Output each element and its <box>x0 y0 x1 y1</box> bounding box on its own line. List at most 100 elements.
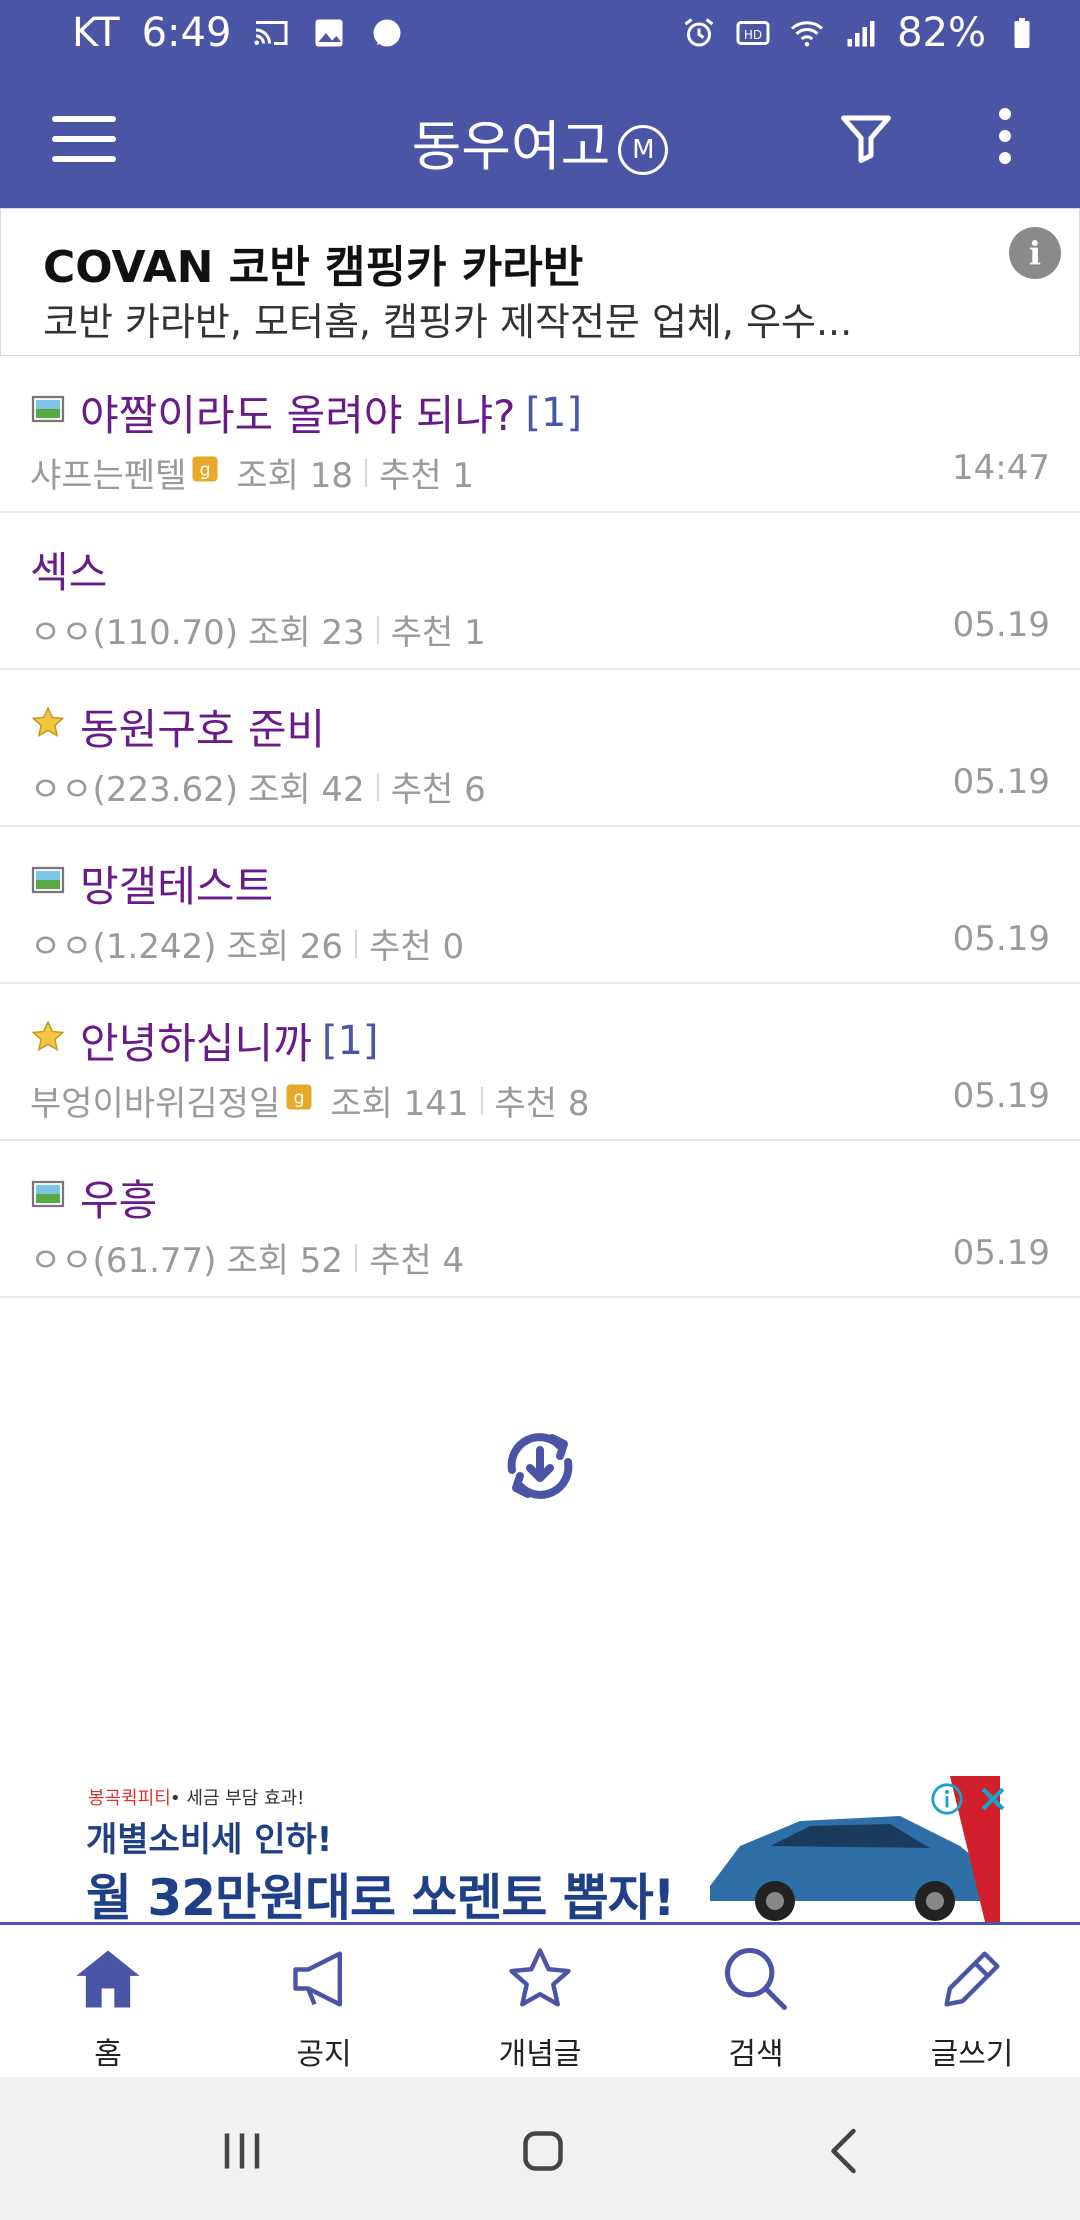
post-views: 조회 18 <box>236 456 354 496</box>
chat-bubble-icon <box>373 19 401 47</box>
post-title-line: 야짤이라도 올려야 되냐? [1] <box>30 382 582 443</box>
gallery-title: 동우여고 <box>411 115 611 178</box>
home-icon <box>76 1950 140 2008</box>
comment-count: [1] <box>321 1017 379 1064</box>
image-icon <box>30 859 80 908</box>
ad-info-icon[interactable]: i <box>1009 227 1061 279</box>
ad-tagline: • 세금 부담 효과! <box>170 1788 305 1809</box>
nav-best[interactable]: 개념글 <box>432 1925 648 2077</box>
signal-icon <box>847 21 875 47</box>
post-recommend: 추천 1 <box>379 456 475 496</box>
nav-search-label: 검색 <box>728 2037 784 2072</box>
star-icon <box>30 702 80 751</box>
image-icon <box>30 388 80 437</box>
post-recommend: 추천 6 <box>390 770 486 810</box>
post-date: 05.19 <box>952 1233 1050 1273</box>
post-title: 섹스 <box>30 548 108 597</box>
top-ad-banner[interactable]: COVAN 코반 캠핑카 카라반 코반 카라반, 모터홈, 캠핑카 제작전문 업… <box>0 208 1080 356</box>
system-nav-bar <box>0 2077 1080 2220</box>
post-list: 야짤이라도 올려야 되냐? [1] 샤프는펜텔 g 조회 18 추천 1 14:47 섹스 ㅇㅇ… <box>0 356 1080 1298</box>
post-title: 동원구호 준비 <box>80 705 326 754</box>
minor-gallery-badge: M <box>618 125 669 176</box>
svg-text:g: g <box>200 460 211 480</box>
back-icon[interactable] <box>816 2121 876 2181</box>
post-views: 조회 42 <box>248 770 365 810</box>
post-row[interactable]: 우흥 ㅇㅇ(61.77) 조회 52 추천 4 05.19 <box>0 1141 1080 1298</box>
post-author: 부엉이바위김정일 <box>30 1084 281 1124</box>
nav-write[interactable]: 글쓰기 <box>864 1925 1080 2077</box>
gallery-icon <box>315 19 343 47</box>
nav-home[interactable]: 홈 <box>0 1925 216 2077</box>
nav-notice-label: 공지 <box>296 2037 352 2072</box>
post-date: 05.19 <box>952 605 1050 645</box>
nav-notice[interactable]: 공지 <box>216 1925 432 2077</box>
meta-separator <box>480 1086 483 1115</box>
carrier-label: KT <box>72 10 120 56</box>
post-author: ㅇㅇ(223.62) <box>30 770 239 810</box>
post-views: 조회 23 <box>248 613 365 653</box>
search-icon <box>724 1947 788 2011</box>
more-options-icon[interactable] <box>990 108 1020 168</box>
time-label: 6:49 <box>141 10 232 56</box>
bottom-ad-banner[interactable]: 봉곡퀵피티 • 세금 부담 효과! 개별소비세 인하! 월 32만원대로 쏘렌토… <box>0 1772 1080 1922</box>
post-meta: ㅇㅇ(223.62) 조회 42 추천 6 <box>30 762 486 811</box>
home-button-icon[interactable] <box>513 2121 573 2181</box>
post-row[interactable]: 야짤이라도 올려야 되냐? [1] 샤프는펜텔 g 조회 18 추천 1 14:47 <box>0 356 1080 513</box>
post-author: ㅇㅇ(61.77) <box>30 1241 217 1281</box>
post-title-line: 섹스 <box>30 539 107 600</box>
post-meta: ㅇㅇ(61.77) 조회 52 추천 4 <box>30 1233 464 1282</box>
post-title-line: 망갤테스트 <box>30 853 273 914</box>
status-bar: KT 6:49 HD 82% <box>0 0 1080 72</box>
post-recommend: 추천 1 <box>390 613 486 653</box>
refresh-icon[interactable] <box>496 1426 584 1506</box>
nav-write-label: 글쓰기 <box>930 2037 1014 2072</box>
post-author: ㅇㅇ(1.242) <box>30 927 217 967</box>
post-row[interactable]: 망갤테스트 ㅇㅇ(1.242) 조회 26 추천 0 05.19 <box>0 827 1080 984</box>
ad-title: COVAN 코반 캠핑카 카라반 <box>43 242 584 293</box>
meta-separator <box>365 458 368 487</box>
battery-percent: 82% <box>897 10 986 56</box>
gallog-badge-icon: g <box>280 1081 320 1121</box>
ad-close-icon[interactable] <box>976 1782 1010 1816</box>
nav-search[interactable]: 검색 <box>648 1925 864 2077</box>
filter-icon[interactable] <box>836 108 896 168</box>
ad-description: 코반 카라반, 모터홈, 캠핑카 제작전문 업체, 우수... <box>43 300 853 344</box>
alarm-icon <box>684 18 714 47</box>
image-icon <box>30 1173 80 1222</box>
post-recommend: 추천 8 <box>494 1084 590 1124</box>
post-row[interactable]: 안녕하십니까 [1] 부엉이바위김정일 g 조회 141 추천 8 05.19 <box>0 984 1080 1141</box>
post-row[interactable]: 동원구호 준비 ㅇㅇ(223.62) 조회 42 추천 6 05.19 <box>0 670 1080 827</box>
meta-separator <box>376 772 379 801</box>
meta-separator <box>355 929 358 958</box>
ad-headline-1: 개별소비세 인하! <box>86 1820 333 1860</box>
pencil-icon <box>944 1951 1000 2007</box>
post-title-line: 우흥 <box>30 1167 157 1228</box>
post-title: 안녕하십니까 <box>80 1019 312 1068</box>
status-right: HD 82% <box>681 10 1040 56</box>
gallog-badge-icon: g <box>186 453 226 493</box>
battery-icon <box>1014 18 1030 48</box>
page-title: 동우여고 M <box>0 102 1080 181</box>
post-title-line: 안녕하십니까 [1] <box>30 1010 379 1071</box>
star-icon <box>30 1016 80 1065</box>
post-meta: 부엉이바위김정일 g 조회 141 추천 8 <box>30 1076 590 1125</box>
ad-headline-2: 월 32만원대로 쏘렌토 뽑자! <box>86 1869 676 1922</box>
post-recommend: 추천 0 <box>369 927 465 967</box>
post-views: 조회 52 <box>226 1241 344 1281</box>
post-author: ㅇㅇ(110.70) <box>30 613 239 653</box>
post-row[interactable]: 섹스 ㅇㅇ(110.70) 조회 23 추천 1 05.19 <box>0 513 1080 670</box>
post-meta: 샤프는펜텔 g 조회 18 추천 1 <box>30 448 474 497</box>
ad-choices-icon[interactable] <box>930 1782 964 1816</box>
post-meta: ㅇㅇ(110.70) 조회 23 추천 1 <box>30 605 486 654</box>
hd-icon: HD <box>736 21 770 45</box>
post-views: 조회 26 <box>226 927 344 967</box>
post-date: 05.19 <box>952 919 1050 959</box>
comment-count: [1] <box>525 389 583 436</box>
app-bar: 동우여고 M <box>0 72 1080 208</box>
post-views: 조회 141 <box>330 1084 469 1124</box>
bottom-nav: 홈 공지 개념글 검색 글쓰기 <box>0 1925 1080 2077</box>
post-title: 야짤이라도 올려야 되냐? <box>80 391 516 440</box>
post-recommend: 추천 4 <box>369 1241 465 1281</box>
post-title: 우흥 <box>80 1176 158 1225</box>
recent-apps-icon[interactable] <box>212 2121 272 2181</box>
